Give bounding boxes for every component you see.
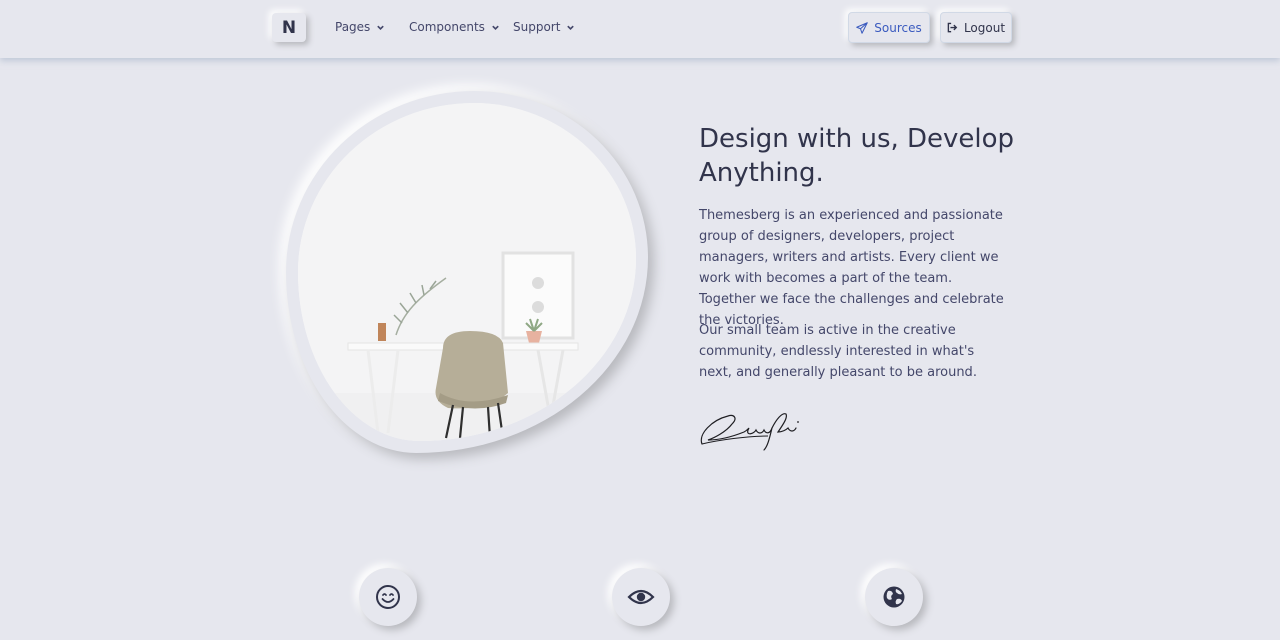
- chevron-down-icon: [567, 25, 575, 30]
- signature-icon: [700, 413, 799, 451]
- nav-support-label: Support: [513, 20, 561, 34]
- desk-scene-illustration: [298, 103, 636, 441]
- paper-plane-icon: [856, 21, 869, 34]
- hero-image-frame: [286, 91, 648, 453]
- hero-paragraph-1: Themesberg is an experienced and passion…: [699, 208, 1004, 328]
- navbar: N Pages Components Support Sources Logou…: [0, 0, 1280, 58]
- logout-label: Logout: [963, 20, 1006, 35]
- globe-icon: [883, 586, 905, 608]
- eye-icon: [627, 589, 655, 605]
- sources-button[interactable]: Sources: [848, 12, 930, 43]
- brand-logo[interactable]: N: [272, 13, 306, 42]
- nav-components[interactable]: Components: [409, 20, 500, 34]
- nav-pages[interactable]: Pages: [335, 20, 385, 34]
- chevron-down-icon: [377, 25, 385, 30]
- smile-icon: [376, 585, 400, 609]
- hero-paragraph-2: Our small team is active in the creative…: [699, 323, 977, 380]
- eye-icon-circle: [612, 568, 670, 626]
- nav-components-label: Components: [409, 20, 485, 34]
- globe-icon-circle: [865, 568, 923, 626]
- nav-support[interactable]: Support: [513, 20, 575, 34]
- chevron-down-icon: [492, 25, 499, 30]
- logout-button[interactable]: Logout: [940, 12, 1012, 43]
- nav-pages-label: Pages: [335, 20, 371, 34]
- sources-label: Sources: [874, 20, 922, 35]
- hero-title: Design with us, Develop Anything.: [699, 124, 1015, 188]
- smile-icon-circle: [359, 568, 417, 626]
- logout-icon: [947, 22, 958, 33]
- desk-chair-photo: [298, 103, 636, 441]
